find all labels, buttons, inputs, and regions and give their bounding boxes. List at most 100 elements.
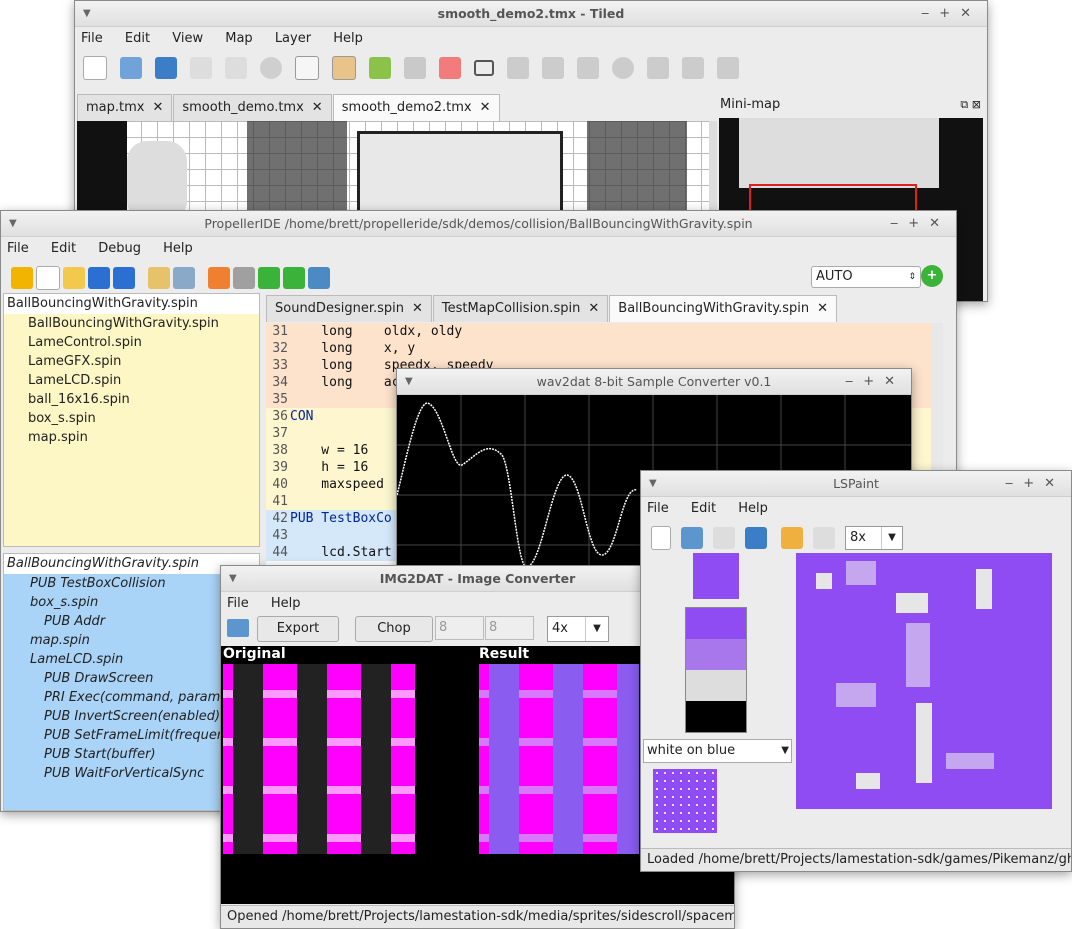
insert-ellipse-icon[interactable] xyxy=(612,57,634,79)
open-icon[interactable] xyxy=(120,57,142,79)
tiled-menu-file[interactable]: File xyxy=(81,31,103,46)
file-list-item[interactable]: box_s.spin xyxy=(4,409,259,428)
palette-color-purple[interactable] xyxy=(686,608,746,639)
save-icon[interactable] xyxy=(155,57,177,79)
file-list-item[interactable]: LameGFX.spin xyxy=(4,352,259,371)
open-folder-icon[interactable] xyxy=(681,527,703,549)
lspaint-titlebar[interactable]: ▼ LSPaint ‒+✕ xyxy=(641,471,1071,497)
lspaint-menu-edit[interactable]: Edit xyxy=(691,501,716,516)
save-all-icon[interactable] xyxy=(113,267,135,289)
palette-select[interactable]: white on blue ▼ xyxy=(643,739,792,763)
undo-icon[interactable] xyxy=(781,527,803,549)
zoom-select[interactable]: 8x ▼ xyxy=(845,526,903,550)
ide-menu-edit[interactable]: Edit xyxy=(51,241,76,256)
tiled-menu-help[interactable]: Help xyxy=(333,31,363,46)
window-menu-icon[interactable]: ▼ xyxy=(649,471,657,496)
export-button[interactable]: Export xyxy=(257,616,339,642)
file-list-item[interactable]: BallBouncingWithGravity.spin xyxy=(4,314,259,333)
insert-rect-icon[interactable] xyxy=(577,57,599,79)
insert-polygon-icon[interactable] xyxy=(647,57,669,79)
minimap-dock-buttons[interactable]: ⧉ ⊠ xyxy=(960,94,981,116)
new-map-icon[interactable] xyxy=(83,56,107,80)
commands-icon[interactable] xyxy=(260,57,282,79)
insert-tile-icon[interactable] xyxy=(717,57,739,79)
tab-smooth-demo2[interactable]: smooth_demo2.tmx ✕ xyxy=(332,94,500,121)
tab-sound-designer[interactable]: SoundDesigner.spin ✕ xyxy=(266,295,432,322)
close-icon[interactable]: ✕ xyxy=(152,100,163,115)
tab-smooth-demo[interactable]: smooth_demo.tmx ✕ xyxy=(173,94,332,121)
select-objects-icon[interactable] xyxy=(507,57,529,79)
window-controls[interactable]: ‒+✕ xyxy=(890,211,950,236)
current-color-swatch[interactable] xyxy=(693,553,739,599)
window-menu-icon[interactable]: ▼ xyxy=(405,369,413,394)
file-list-item[interactable]: LameLCD.spin xyxy=(4,371,259,390)
new-file-icon[interactable] xyxy=(36,266,60,290)
save-icon[interactable] xyxy=(88,267,110,289)
window-menu-icon[interactable]: ▼ xyxy=(83,1,91,26)
build-icon[interactable] xyxy=(233,267,255,289)
save-icon[interactable] xyxy=(713,527,735,549)
rect-select-icon[interactable] xyxy=(474,60,494,76)
palette-color-mid[interactable] xyxy=(686,639,746,670)
redo-icon[interactable] xyxy=(225,57,247,79)
lspaint-menu-file[interactable]: File xyxy=(647,501,669,516)
zoom-select[interactable]: 4x ▼ xyxy=(547,616,609,642)
terminal-icon[interactable] xyxy=(308,267,330,289)
download-eeprom-icon[interactable] xyxy=(283,267,305,289)
stamp-brush-icon[interactable] xyxy=(332,56,356,80)
open-folder-icon[interactable] xyxy=(227,619,249,637)
tiled-menu-view[interactable]: View xyxy=(172,31,203,46)
insert-polyline-icon[interactable] xyxy=(682,57,704,79)
tab-map-tmx[interactable]: map.tmx ✕ xyxy=(77,94,173,121)
img2dat-menu-help[interactable]: Help xyxy=(271,596,301,611)
tiled-menu-edit[interactable]: Edit xyxy=(125,31,150,46)
lspaint-menu-help[interactable]: Help xyxy=(738,501,768,516)
close-icon[interactable]: ✕ xyxy=(588,301,599,316)
ide-menu-debug[interactable]: Debug xyxy=(98,241,141,256)
add-board-icon[interactable]: + xyxy=(921,265,943,287)
tiled-menu-map[interactable]: Map xyxy=(225,31,252,46)
find-icon[interactable] xyxy=(148,267,170,289)
tiled-titlebar[interactable]: ▼ smooth_demo2.tmx - Tiled ‒+✕ xyxy=(75,1,987,27)
tab-ball-bouncing[interactable]: BallBouncingWithGravity.spin ✕ xyxy=(609,295,838,322)
download-ram-icon[interactable] xyxy=(258,267,280,289)
file-list-item[interactable]: ball_16x16.spin xyxy=(4,390,259,409)
undo-icon[interactable] xyxy=(190,57,212,79)
paint-canvas[interactable] xyxy=(796,553,1052,809)
wav-titlebar[interactable]: ▼ wav2dat 8-bit Sample Converter v0.1 ‒+… xyxy=(397,369,911,395)
chop-image-button[interactable]: Chop image xyxy=(355,616,433,660)
eraser-icon[interactable] xyxy=(439,57,461,79)
save-as-icon[interactable] xyxy=(745,527,767,549)
close-icon[interactable]: ✕ xyxy=(412,301,423,316)
ide-titlebar[interactable]: ▼ PropellerIDE /home/brett/propelleride/… xyxy=(1,211,956,237)
img2dat-menu-file[interactable]: File xyxy=(227,596,249,611)
window-controls[interactable]: ‒+✕ xyxy=(845,369,905,394)
window-controls[interactable]: ‒+✕ xyxy=(921,1,981,26)
close-icon[interactable]: ✕ xyxy=(312,100,323,115)
tab-test-map-collision[interactable]: TestMapCollision.spin ✕ xyxy=(432,295,609,322)
terrain-brush-icon[interactable] xyxy=(369,57,391,79)
ide-menu-help[interactable]: Help xyxy=(163,241,193,256)
edit-polygons-icon[interactable] xyxy=(542,57,564,79)
close-icon[interactable]: ✕ xyxy=(817,301,828,316)
palette-color-light[interactable] xyxy=(686,670,746,701)
identify-icon[interactable] xyxy=(208,267,230,289)
new-file-icon[interactable] xyxy=(651,526,671,550)
random-dice-icon[interactable] xyxy=(295,56,319,80)
board-select[interactable]: AUTO ⇕ xyxy=(811,266,921,288)
preferences-icon[interactable] xyxy=(173,267,195,289)
new-project-icon[interactable] xyxy=(11,267,33,289)
tiled-menu-layer[interactable]: Layer xyxy=(275,31,311,46)
file-list-item[interactable]: LameControl.spin xyxy=(4,333,259,352)
window-menu-icon[interactable]: ▼ xyxy=(9,211,17,236)
window-menu-icon[interactable]: ▼ xyxy=(229,566,237,591)
chop-width-spinbox[interactable]: 8 xyxy=(435,616,484,640)
bucket-fill-icon[interactable] xyxy=(404,57,426,79)
window-controls[interactable]: ‒+✕ xyxy=(1005,471,1065,496)
open-folder-icon[interactable] xyxy=(63,267,85,289)
ide-menu-file[interactable]: File xyxy=(7,241,29,256)
chop-height-spinbox[interactable]: 8 xyxy=(485,616,534,640)
palette-color-black[interactable] xyxy=(686,701,746,732)
close-icon[interactable]: ✕ xyxy=(480,100,491,115)
redo-icon[interactable] xyxy=(813,527,835,549)
